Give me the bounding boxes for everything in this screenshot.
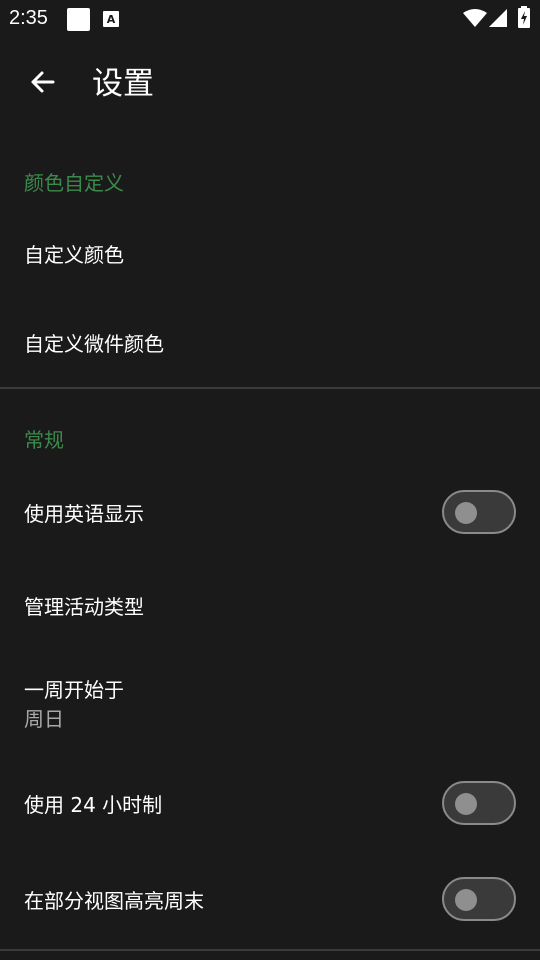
pref-week-start[interactable]: 一周开始于 周日	[0, 655, 540, 755]
pref-24-hour[interactable]: 使用 24 小时制	[0, 755, 540, 853]
pref-title: 一周开始于	[24, 678, 124, 702]
cell-signal-icon	[489, 9, 507, 31]
notification-square-icon	[67, 8, 90, 35]
toggle-thumb	[455, 502, 477, 524]
pref-highlight-weekends[interactable]: 在部分视图高亮周末	[0, 853, 540, 949]
pref-custom-widget-colors[interactable]: 自定义微件颜色	[0, 300, 540, 387]
pref-title: 使用 24 小时制	[24, 793, 163, 817]
pref-title: 在部分视图高亮周末	[24, 889, 204, 913]
pref-title: 自定义颜色	[24, 243, 124, 267]
pref-title: 自定义微件颜色	[24, 332, 164, 356]
app-bar: 设置	[0, 38, 540, 130]
pref-summary: 周日	[24, 707, 64, 731]
section-header-color: 颜色自定义	[24, 171, 124, 195]
use-english-toggle[interactable]	[442, 490, 516, 534]
arrow-left-icon	[29, 70, 55, 98]
section-divider	[0, 387, 540, 389]
highlight-weekends-toggle[interactable]	[442, 877, 516, 921]
accessibility-a-icon: A	[103, 11, 119, 31]
page-title: 设置	[92, 66, 154, 102]
24-hour-toggle[interactable]	[442, 781, 516, 825]
status-bar: 2:35 A	[0, 0, 540, 38]
pref-custom-colors[interactable]: 自定义颜色	[0, 210, 540, 300]
section-divider	[0, 949, 540, 951]
section-header-general: 常规	[24, 428, 64, 452]
pref-use-english[interactable]: 使用英语显示	[0, 468, 540, 560]
pref-title: 使用英语显示	[24, 502, 144, 526]
pref-title: 管理活动类型	[24, 595, 144, 619]
toggle-thumb	[455, 793, 477, 815]
svg-text:A: A	[107, 13, 116, 26]
status-time: 2:35	[9, 7, 48, 29]
wifi-icon	[463, 9, 487, 31]
settings-screen: 2:35 A 设置 颜色自定义 自定义颜色 自定义微件颜色 常规 使用英语显示 …	[0, 0, 540, 960]
pref-manage-event-types[interactable]: 管理活动类型	[0, 560, 540, 655]
back-button[interactable]	[18, 60, 66, 108]
battery-charging-icon	[518, 6, 530, 32]
toggle-thumb	[455, 889, 477, 911]
